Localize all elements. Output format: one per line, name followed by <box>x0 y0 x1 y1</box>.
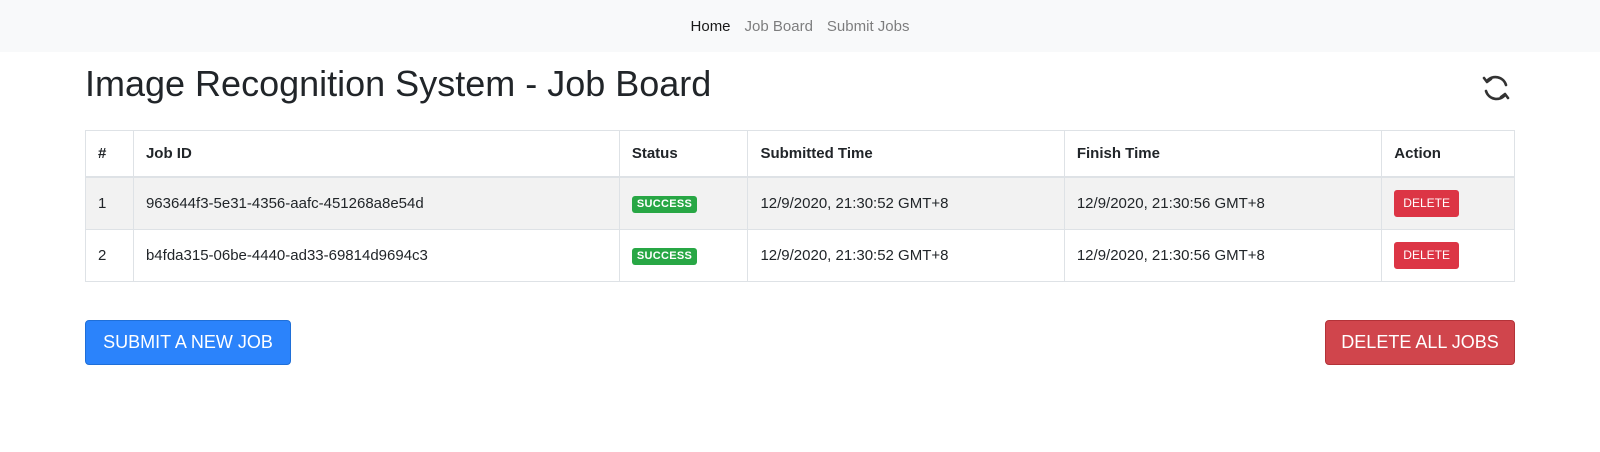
action-cell: DELETE <box>1381 229 1515 282</box>
job-id: b4fda315-06be-4440-ad33-69814d9694c3 <box>132 229 620 282</box>
column-header-job-id: Job ID <box>132 130 620 178</box>
row-index: 1 <box>85 176 134 230</box>
top-navbar: Home Job Board Submit Jobs <box>0 0 1600 52</box>
submitted-time: 12/9/2020, 21:30:52 GMT+8 <box>747 229 1065 282</box>
job-table: # Job ID Status Submitted Time Finish Ti… <box>85 130 1515 282</box>
column-header-action: Action <box>1381 130 1515 178</box>
submitted-time: 12/9/2020, 21:30:52 GMT+8 <box>747 176 1065 230</box>
job-id: 963644f3-5e31-4356-aafc-451268a8e54d <box>132 176 620 230</box>
column-header-finish-time: Finish Time <box>1063 130 1383 178</box>
refresh-icon <box>1482 75 1510 101</box>
column-header-status: Status <box>618 130 749 178</box>
column-header-index: # <box>85 130 134 178</box>
refresh-button[interactable] <box>1478 70 1514 106</box>
finish-time: 12/9/2020, 21:30:56 GMT+8 <box>1063 176 1383 230</box>
finish-time: 12/9/2020, 21:30:56 GMT+8 <box>1063 229 1383 282</box>
nav-link-submit-jobs[interactable]: Submit Jobs <box>827 18 910 35</box>
delete-job-button[interactable]: DELETE <box>1394 242 1459 269</box>
row-index: 2 <box>85 229 134 282</box>
action-cell: DELETE <box>1381 176 1515 230</box>
delete-all-jobs-button[interactable]: DELETE ALL JOBS <box>1325 320 1515 365</box>
status-badge: SUCCESS <box>631 196 698 213</box>
delete-job-button[interactable]: DELETE <box>1394 190 1459 217</box>
status-cell: SUCCESS <box>618 229 749 282</box>
table-row: 2 b4fda315-06be-4440-ad33-69814d9694c3 S… <box>85 229 1515 282</box>
table-row: 1 963644f3-5e31-4356-aafc-451268a8e54d S… <box>85 176 1515 230</box>
nav-link-job-board[interactable]: Job Board <box>745 18 813 35</box>
submit-new-job-button[interactable]: SUBMIT A NEW JOB <box>85 320 291 365</box>
nav-link-home[interactable]: Home <box>691 18 731 35</box>
status-cell: SUCCESS <box>618 176 749 230</box>
page-title: Image Recognition System - Job Board <box>85 63 712 104</box>
status-badge: SUCCESS <box>631 248 698 265</box>
table-header-row: # Job ID Status Submitted Time Finish Ti… <box>85 130 1515 178</box>
column-header-submitted-time: Submitted Time <box>747 130 1065 178</box>
